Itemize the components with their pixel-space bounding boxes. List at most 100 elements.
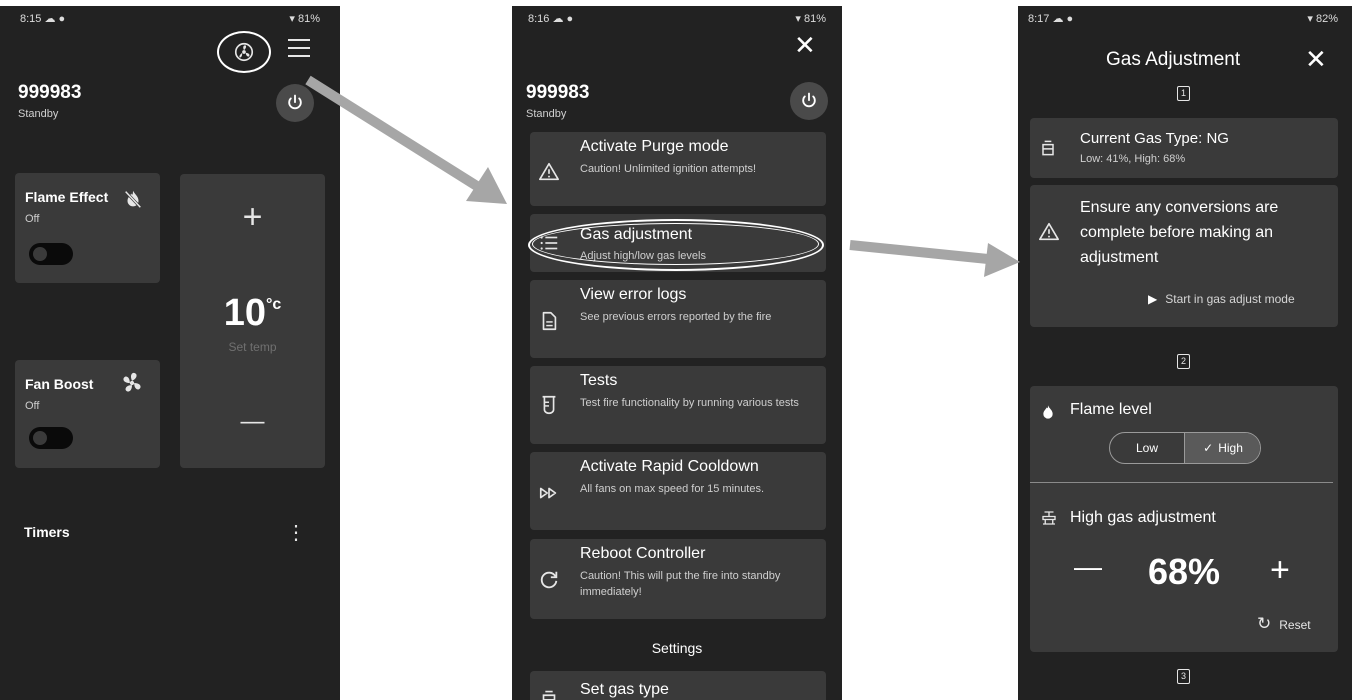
warning-icon	[539, 162, 559, 181]
toggle-knob	[33, 247, 47, 261]
sync-icon: ●	[58, 13, 66, 25]
cloud-icon: ☁	[44, 13, 56, 25]
menu-item-purge-mode[interactable]: Activate Purge mode Caution! Unlimited i…	[530, 132, 826, 206]
fan-boost-status: Off	[25, 400, 40, 412]
decrease-temp-button[interactable]: —	[180, 408, 325, 436]
reset-icon: ↻	[1257, 614, 1272, 633]
arrow-2-annotation	[849, 240, 1020, 277]
gas-type-title: Current Gas Type: NG	[1080, 130, 1229, 147]
step-3-badge: 3	[1177, 669, 1190, 684]
highlight-oval-inner	[532, 223, 819, 265]
close-icon[interactable]: ✕	[1305, 44, 1327, 75]
menu-item-desc: See previous errors reported by the fire	[580, 311, 772, 323]
menu-item-title: Tests	[580, 372, 618, 389]
signal-icon: ▾	[1307, 13, 1313, 25]
adjustment-card: Flame level Low ✓ High High gas adjustmen…	[1030, 386, 1338, 652]
menu-item-title: Activate Purge mode	[580, 138, 729, 155]
gas-type-levels: Low: 41%, High: 68%	[1080, 153, 1186, 165]
signal-icon: ▾	[795, 13, 801, 25]
fan-boost-title: Fan Boost	[25, 376, 94, 392]
step-1-badge: 1	[1177, 86, 1190, 101]
menu-screen: 8:16 ☁ ● ▾ 81% ✕ 999983 Standby Activate…	[512, 0, 842, 700]
cloud-icon: ☁	[1052, 13, 1064, 25]
menu-item-desc: Test fire functionality by running vario…	[580, 397, 799, 409]
sync-icon: ●	[1066, 13, 1074, 25]
menu-item-rapid-cooldown[interactable]: Activate Rapid Cooldown All fans on max …	[530, 452, 826, 530]
signal-icon: ▾	[289, 13, 295, 25]
gas-percent-value: 68%	[1147, 551, 1221, 592]
status-bar-right: ▾ 81%	[289, 12, 320, 25]
high-gas-adjustment-title: High gas adjustment	[1070, 509, 1216, 526]
flame-level-high-option[interactable]: ✓ High	[1184, 433, 1260, 463]
flame-icon	[1043, 405, 1053, 419]
flame-effect-toggle[interactable]	[29, 243, 73, 265]
low-label: Low	[1135, 441, 1158, 455]
reset-label: Reset	[1279, 618, 1311, 632]
timers-menu-icon[interactable]: ⋮	[286, 520, 306, 545]
flame-off-icon	[124, 190, 142, 209]
current-gas-type-card: Current Gas Type: NG Low: 41%, High: 68%	[1030, 118, 1338, 178]
flame-level-low-option[interactable]: Low	[1110, 433, 1184, 463]
hamburger-menu-icon[interactable]	[288, 38, 310, 58]
step-2-badge: 2	[1177, 354, 1190, 369]
clock: 8:16	[528, 13, 550, 25]
set-temp-label: Set temp	[228, 340, 277, 354]
menu-item-desc: All fans on max speed for 15 minutes.	[580, 483, 765, 495]
play-icon: ▶	[1148, 292, 1158, 306]
test-tube-icon	[542, 395, 556, 415]
warning-text: Ensure any conversions are complete befo…	[1080, 199, 1279, 266]
device-name: 999983	[18, 82, 82, 103]
high-label: High	[1218, 441, 1243, 455]
flame-level-segmented-control: Low ✓ High	[1109, 432, 1261, 464]
temp-display: 10°c	[180, 292, 325, 335]
battery-level: 81%	[803, 13, 826, 25]
power-icon	[802, 92, 816, 108]
warning-card: Ensure any conversions are complete befo…	[1030, 185, 1338, 327]
cloud-icon: ☁	[552, 13, 564, 25]
reload-icon	[540, 571, 558, 589]
flame-effect-status: Off	[25, 213, 40, 225]
increase-gas-button[interactable]: +	[1270, 551, 1290, 590]
arrow-1-annotation	[305, 75, 507, 204]
temp-unit: °c	[265, 296, 282, 313]
sync-icon: ●	[566, 13, 574, 25]
status-bar-right: ▾ 82%	[1307, 12, 1338, 25]
clock: 8:17	[1028, 13, 1050, 25]
warning-icon	[1039, 222, 1059, 241]
menu-item-error-logs[interactable]: View error logs See previous errors repo…	[530, 280, 826, 358]
power-button[interactable]	[790, 82, 828, 120]
reset-button[interactable]: ↻ Reset	[1257, 614, 1311, 634]
menu-item-set-gas-type[interactable]: Set gas type	[530, 671, 826, 700]
check-icon: ✓	[1203, 441, 1214, 455]
toggle-knob	[33, 431, 47, 445]
fan-icon	[123, 372, 141, 392]
gas-cylinder-icon	[1042, 140, 1054, 156]
device-state: Standby	[18, 108, 59, 120]
settings-heading: Settings	[651, 640, 703, 656]
menu-item-title: Reboot Controller	[580, 545, 706, 562]
gas-cylinder-icon	[542, 690, 556, 700]
menu-item-desc: Caution! This will put the fire into sta…	[580, 570, 781, 598]
divider	[1030, 482, 1333, 483]
clock: 8:15	[20, 13, 42, 25]
battery-level: 81%	[297, 13, 320, 25]
fan-boost-card: Fan Boost Off	[15, 360, 160, 468]
temp-value: 10	[223, 292, 266, 334]
fan-boost-toggle[interactable]	[29, 427, 73, 449]
fast-forward-icon	[539, 487, 557, 499]
battery-level: 82%	[1315, 13, 1338, 25]
menu-item-title: Activate Rapid Cooldown	[580, 458, 759, 475]
menu-item-desc: Caution! Unlimited ignition attempts!	[580, 163, 757, 175]
start-gas-adjust-label: Start in gas adjust mode	[1165, 292, 1295, 306]
fan-control-button[interactable]	[217, 31, 271, 73]
top-edge	[0, 0, 1352, 6]
document-icon	[542, 311, 557, 331]
menu-item-tests[interactable]: Tests Test fire functionality by running…	[530, 366, 826, 444]
page-title: Gas Adjustment	[1106, 49, 1241, 70]
start-gas-adjust-button[interactable]: ▶ Start in gas adjust mode	[1148, 292, 1295, 306]
flame-effect-card: Flame Effect Off	[15, 173, 160, 283]
close-icon[interactable]: ✕	[794, 30, 816, 61]
status-bar-left: 8:17 ☁ ●	[1028, 12, 1073, 25]
gas-valve-icon	[1042, 511, 1056, 525]
menu-item-reboot[interactable]: Reboot Controller Caution! This will put…	[530, 539, 826, 619]
